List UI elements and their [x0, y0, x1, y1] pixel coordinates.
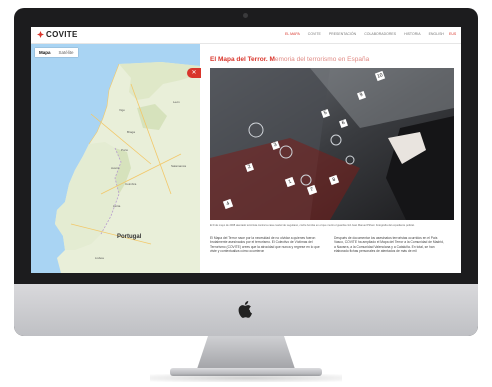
nav-item-el-mapa[interactable]: EL MAPA	[285, 32, 300, 36]
map-label-city: Leiria	[113, 204, 121, 208]
tab-satelite[interactable]: Satélite	[55, 48, 78, 57]
close-panel-button[interactable]: ✕	[187, 68, 201, 78]
map-label-portugal: Portugal	[117, 234, 142, 240]
map-type-tabs: Mapa Satélite	[35, 48, 78, 57]
article-title: El Mapa del Terror. Memoria del terroris…	[210, 56, 369, 63]
map-panel[interactable]: Mapa Satélite Portugal Vigo Braga Porto …	[31, 44, 200, 273]
article-panel: El Mapa del Terror. Memoria del terroris…	[202, 44, 461, 273]
screen: COVITE EL MAPA COVITE PRESENTACIÓN COLAB…	[31, 27, 461, 273]
nav-item-covite[interactable]: COVITE	[308, 32, 321, 36]
map-label-city: León	[173, 100, 180, 104]
map-label-city: Coimbra	[125, 182, 137, 186]
imac-stand	[196, 336, 296, 372]
article-column-left: El Mapa del Terror nace por la necesidad…	[210, 236, 320, 254]
title-part-rest: emoria del terrorismo en España	[274, 56, 370, 63]
tab-mapa[interactable]: Mapa	[35, 48, 55, 57]
site-header: COVITE EL MAPA COVITE PRESENTACIÓN COLAB…	[31, 27, 461, 44]
logo-star-icon	[37, 31, 44, 38]
camera-icon	[243, 13, 248, 18]
article-column-right: Después de documentar los asesinatos ter…	[334, 236, 444, 254]
photo-crime-scene	[210, 68, 454, 220]
map-land-shapes	[55, 62, 200, 273]
site-logo[interactable]: COVITE	[37, 30, 78, 39]
map-label-city: Vigo	[119, 108, 125, 112]
nav-item-colaboradores[interactable]: COLABORADORES	[364, 32, 396, 36]
nav-item-english[interactable]: ENGLISH	[429, 32, 444, 36]
apple-logo-icon	[238, 301, 252, 318]
map-label-city: Salamanca	[171, 164, 187, 168]
title-part-bold: El Mapa del Terror. M	[210, 56, 275, 63]
map-label-city: Porto	[121, 148, 129, 152]
photo-caption: El 9 de mayo de 2008 atentado terrorista…	[210, 224, 415, 227]
map-label-city: Braga	[127, 130, 136, 134]
nav-item-presentacion[interactable]: PRESENTACIÓN	[329, 32, 356, 36]
close-icon: ✕	[191, 70, 197, 76]
desk-shadow	[150, 374, 342, 382]
map-label-city: Lisboa	[95, 256, 104, 260]
map-label-city: Aveiro	[111, 166, 120, 170]
nav-item-historia[interactable]: HISTORIA	[404, 32, 420, 36]
article-photo: 10 9 5 6 3 1 7 8 4 2	[210, 68, 454, 220]
logo-text: COVITE	[46, 30, 78, 39]
language-switch[interactable]: EUS	[449, 32, 456, 36]
main-nav: EL MAPA COVITE PRESENTACIÓN COLABORADORE…	[285, 32, 444, 36]
